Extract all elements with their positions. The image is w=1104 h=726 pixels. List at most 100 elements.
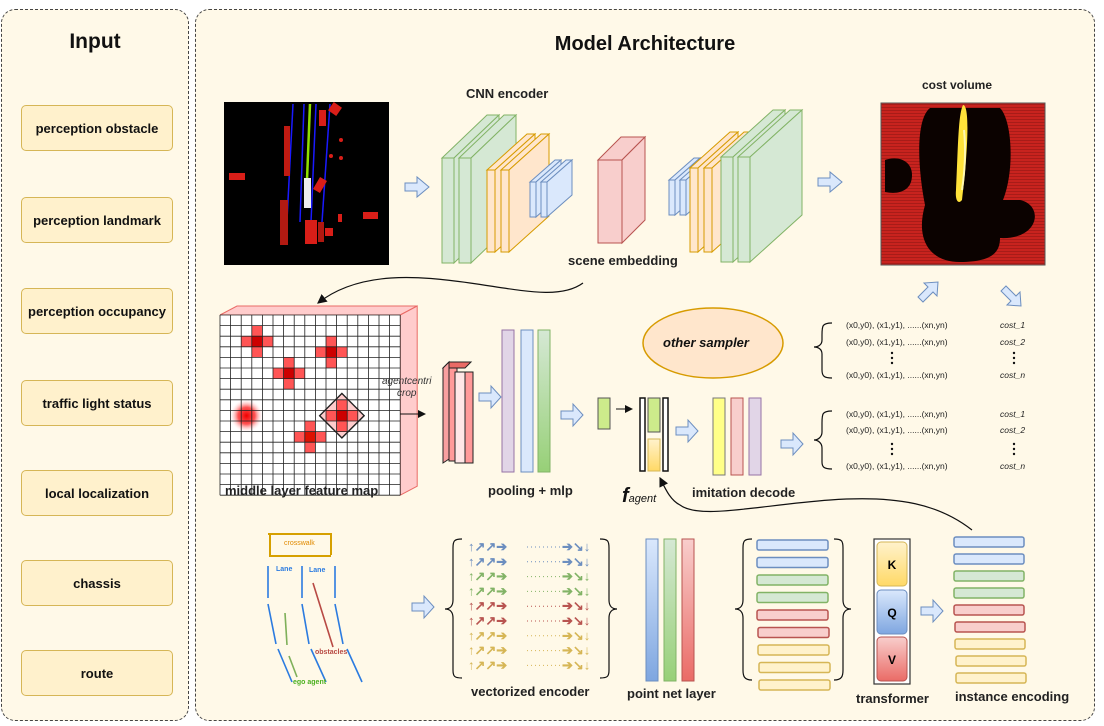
polyline-feature-bar [758, 679, 831, 691]
pooling-label: pooling + mlp [488, 483, 573, 498]
feature-hotspot [241, 336, 252, 347]
pooling-bar-green [537, 329, 551, 473]
feature-hotspot [304, 431, 316, 443]
vector-arrow-row: ↑↗↗➔ [468, 554, 507, 569]
feature-hotspot [336, 421, 348, 432]
diagonal-down-arrow-icon [1000, 285, 1022, 307]
instance-encoding-bar [954, 621, 1026, 633]
feature-hotspot [315, 431, 326, 443]
vector-arrow-row: ↑↗↗➔ [468, 539, 507, 554]
feature-hotspot [273, 368, 284, 379]
feature-hotspot [251, 336, 263, 347]
feature-hotspot [283, 378, 295, 390]
feature-hotspot [283, 368, 295, 379]
vector-arrow-row: ↑↗↗➔ [468, 643, 507, 658]
polyline-feature-bar [756, 609, 829, 621]
instance-encoding-bars [953, 536, 1027, 684]
feature-hotspot [294, 431, 305, 443]
flow-arrow-icon [675, 418, 699, 444]
obstacles-label: obstacles [315, 649, 348, 656]
vector-arrow-row: ↑↗↗➔ [468, 583, 507, 598]
polyline-feature-bar [756, 591, 829, 604]
flow-arrow-icon [920, 598, 944, 624]
instance-encoding-bar [953, 604, 1025, 616]
cost-volume-image [880, 102, 1046, 266]
feature-map-top [219, 305, 418, 316]
feature-hotspot [336, 346, 348, 358]
vector-arrow-row: ➔↘↓ [562, 628, 590, 643]
middle-layer-feature-map [219, 305, 418, 497]
polyline-feature-bar [757, 626, 830, 639]
trajectory-row: (x0,y0), (x1,y1), ......(xn,yn) [846, 320, 948, 330]
cnn-encoder [440, 113, 574, 265]
feature-hotspot [326, 410, 337, 421]
crosswalk-label: crosswalk [284, 540, 315, 547]
cropped-feature-block [441, 360, 474, 464]
feature-hotspot [326, 346, 337, 358]
feature-hotspot [304, 421, 316, 432]
transformer-v-label: V [888, 653, 896, 667]
ego-agent-label: ego agent [293, 679, 327, 686]
cost-row: cost_2 [1000, 425, 1026, 435]
crop-label: agentcentri crop [382, 376, 431, 400]
cost-row: cost_n [1000, 370, 1026, 380]
flow-arrow-icon [817, 170, 843, 194]
vector-arrow-row: ➔↘↓ [562, 613, 590, 628]
brace-icon [599, 538, 618, 679]
lane-label-1: Lane [276, 566, 293, 573]
vector-arrow-row: ➔↘↓ [562, 554, 590, 569]
feature-hotspot [336, 399, 348, 411]
f-agent-concat [639, 397, 669, 472]
instance-encoding-bar [955, 672, 1027, 684]
agent-feature-vector [597, 397, 611, 430]
scene-embedding-label: scene embedding [568, 253, 678, 268]
trajectory-row: (x0,y0), (x1,y1), ......(xn,yn) [846, 425, 948, 435]
vector-arrow-row: ➔↘↓ [562, 539, 590, 554]
cost-volume-label: cost volume [922, 78, 993, 92]
bev-input-image [224, 102, 389, 265]
crop-label-line1: agentcentri [382, 376, 432, 387]
trajectory-row: (x0,y0), (x1,y1), ......(xn,yn) [846, 337, 948, 347]
vector-arrow-row: ↑↗↗➔ [468, 613, 507, 628]
transformer-label: transformer [856, 691, 929, 706]
feature-hotspot [304, 442, 316, 453]
vector-arrow-row: ↑↗↗➔ [468, 628, 507, 643]
trajectory-row: (x0,y0), (x1,y1), ......(xn,yn) [846, 409, 948, 419]
pointnet-bar-green [663, 538, 677, 682]
flow-arrow-icon [478, 384, 502, 410]
feature-hotspot [262, 336, 273, 347]
curved-connector [317, 276, 584, 304]
cost-row: cost_1 [1000, 320, 1026, 330]
brace-icon [444, 538, 463, 679]
flow-arrow-icon [404, 175, 430, 199]
decode-bar-yellow [712, 397, 726, 476]
feature-map-label: middle layer feature map [225, 483, 379, 498]
feature-hotspot [283, 357, 295, 368]
flow-arrow-icon [780, 431, 804, 457]
instance-encoding-bar [953, 553, 1025, 565]
feature-hotspot [347, 410, 358, 421]
polyline-feature-bar [756, 556, 829, 569]
feature-hotspot [315, 346, 326, 358]
decode-bar-red [730, 397, 744, 476]
cost-row: cost_2 [1000, 337, 1026, 347]
polyline-feature-bars [756, 539, 831, 691]
cnn-encoder-label: CNN encoder [466, 86, 549, 101]
architecture-diagram: ↑↗↗➔ ➔↘↓ ↑↗↗➔ ➔↘↓ ↑↗↗➔ ➔↘↓ ↑↗↗➔ ➔↘↓ ↑↗↗➔ ➔↘↓ ↑↗↗➔ ➔… [219, 102, 1046, 691]
vector-arrow-row: ↑↗↗➔ [468, 598, 507, 613]
instance-encoding-bar [953, 536, 1025, 548]
flow-arrow-icon [411, 594, 435, 620]
vector-arrow-row: ➔↘↓ [562, 643, 590, 658]
polyline-feature-bar [756, 574, 829, 586]
flow-arrow-icon [560, 402, 584, 428]
polyline-feature-bar [756, 539, 829, 551]
vectorized-encoder-label: vectorized encoder [471, 684, 590, 699]
pooling-bar-blue [520, 329, 534, 473]
trajectory-row: (x0,y0), (x1,y1), ......(xn,yn) [846, 370, 948, 380]
pointnet-bar-red [681, 538, 695, 682]
instance-encoding-bar [954, 638, 1026, 650]
vector-arrows: ↑↗↗➔ ➔↘↓ ↑↗↗➔ ➔↘↓ ↑↗↗➔ ➔↘↓ ↑↗↗➔ ➔↘↓ ↑↗↗➔ ➔↘↓ ↑↗↗➔ ➔… [468, 539, 590, 672]
vector-arrow-row: ➔↘↓ [562, 569, 590, 584]
f-agent-label: fagent [622, 485, 656, 508]
scene-embedding-block [596, 135, 647, 245]
